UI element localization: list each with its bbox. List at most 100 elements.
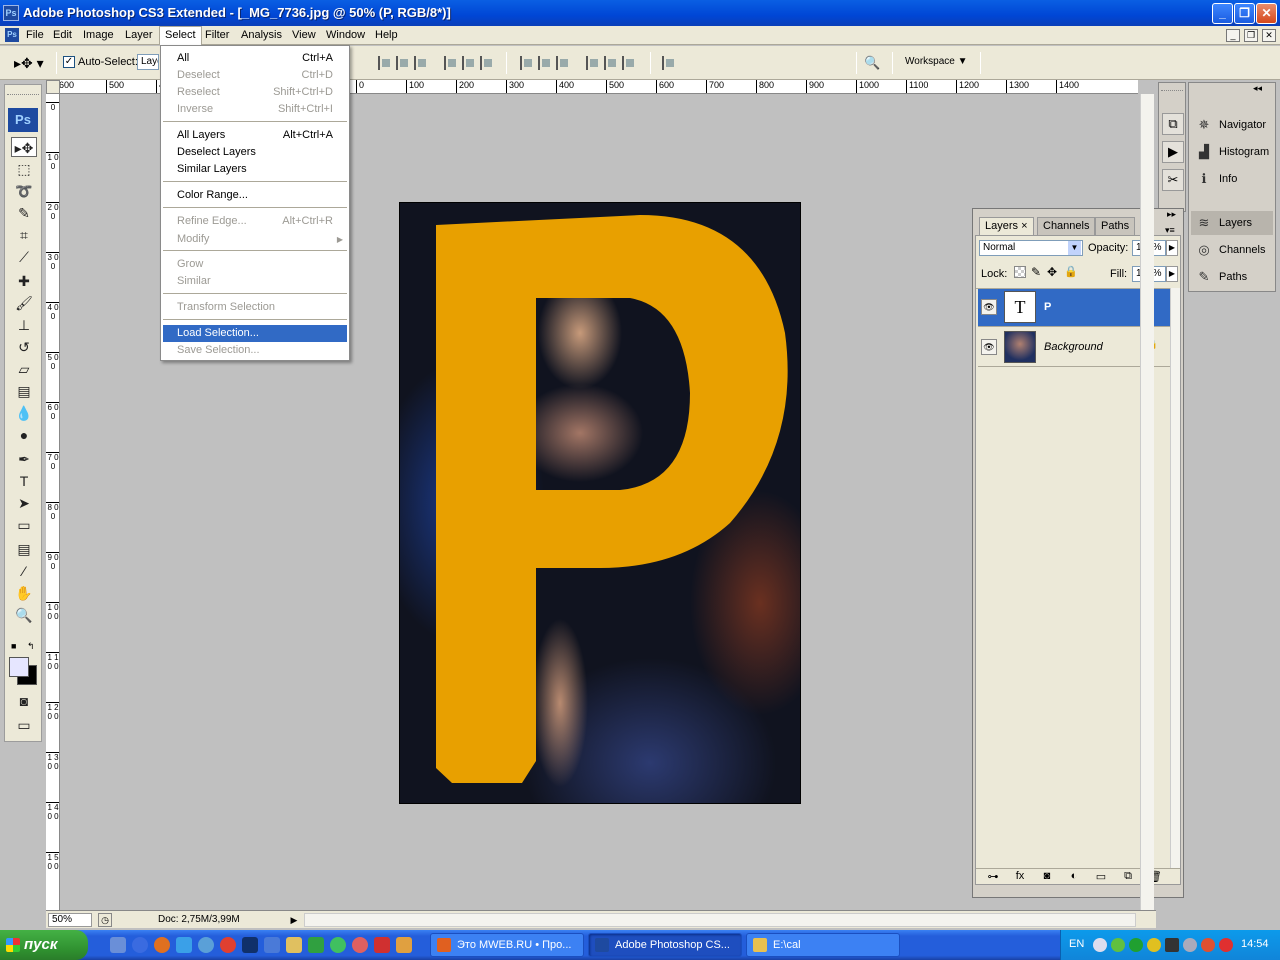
healing-brush-tool-icon[interactable]: ✚	[11, 271, 37, 291]
doc-close-button[interactable]: ✕	[1262, 29, 1276, 42]
distribute-vcenter-icon[interactable]	[538, 56, 552, 70]
dock-info[interactable]: ℹ Info	[1191, 167, 1273, 191]
auto-align-icon[interactable]	[662, 56, 676, 70]
dock-histogram[interactable]: ▟ Histogram	[1191, 140, 1273, 164]
actions-palette-icon[interactable]: ▶	[1162, 141, 1184, 163]
horizontal-scrollbar[interactable]	[304, 913, 1136, 927]
quick-mask-icon[interactable]: ◙	[11, 691, 37, 711]
menu-edit[interactable]: Edit	[48, 26, 77, 45]
swap-colors-icon[interactable]: ↰	[27, 641, 37, 651]
dock-expand-icon[interactable]: ◂◂	[1253, 83, 1262, 94]
menu-item-color-range[interactable]: Color Range...	[163, 187, 347, 204]
internet-explorer-icon[interactable]	[176, 937, 192, 953]
notes-tool-icon[interactable]: ▤	[11, 539, 37, 559]
menu-help[interactable]: Help	[370, 26, 403, 45]
taskbar-item[interactable]: Adobe Photoshop CS...	[588, 933, 742, 957]
history-palette-icon[interactable]: ⧉	[1162, 113, 1184, 135]
distribute-left-icon[interactable]	[586, 56, 600, 70]
media-player-icon[interactable]	[132, 937, 148, 953]
doc-restore-button[interactable]: ❐	[1244, 29, 1258, 42]
menu-layer[interactable]: Layer	[120, 26, 158, 45]
toolbox-grip[interactable]	[7, 87, 39, 95]
blur-tool-icon[interactable]: 💧	[11, 403, 37, 423]
fx-icon[interactable]: fx	[1011, 870, 1029, 882]
tray-icon-4[interactable]	[1165, 938, 1179, 952]
tray-icon-5[interactable]	[1183, 938, 1197, 952]
distribute-bottom-icon[interactable]	[556, 56, 570, 70]
menu-select[interactable]: Select	[159, 26, 202, 45]
dock-navigator[interactable]: ✵ Navigator	[1191, 113, 1273, 137]
app-icon-5[interactable]	[374, 937, 390, 953]
tray-icon-3[interactable]	[1147, 938, 1161, 952]
auto-select-dropdown[interactable]: Layer	[137, 54, 159, 70]
taskbar-item[interactable]: E:\cal	[746, 933, 900, 957]
explorer-icon[interactable]	[264, 937, 280, 953]
tab-paths[interactable]: Paths	[1095, 217, 1136, 235]
visibility-eye-icon[interactable]: 👁	[981, 339, 997, 355]
distribute-hcenter-icon[interactable]	[604, 56, 618, 70]
document-image[interactable]	[399, 202, 801, 804]
show-desktop-icon[interactable]	[110, 937, 126, 953]
history-brush-tool-icon[interactable]: ↺	[11, 337, 37, 357]
photoshop-app-icon[interactable]: Ps	[3, 5, 19, 21]
auto-select-checkbox[interactable]: ✓	[63, 56, 75, 68]
maximize-button[interactable]: ❐	[1234, 3, 1255, 24]
menu-item-similar-layers[interactable]: Similar Layers	[163, 161, 347, 178]
align-top-icon[interactable]	[378, 56, 392, 70]
dock-channels[interactable]: ◎ Channels	[1191, 238, 1273, 262]
dock-layers[interactable]: ≋ Layers	[1191, 211, 1273, 235]
lock-pixels-icon[interactable]: ✎	[1031, 265, 1041, 279]
tab-close-icon[interactable]: ×	[1021, 220, 1027, 232]
workspace-button[interactable]: Workspace ▼	[905, 56, 968, 67]
tab-layers[interactable]: Layers ×	[979, 217, 1034, 235]
tools-palette-icon[interactable]: ✂	[1162, 169, 1184, 191]
tray-icon-2[interactable]	[1129, 938, 1143, 952]
menu-image[interactable]: Image	[78, 26, 119, 45]
menu-window[interactable]: Window	[321, 26, 370, 45]
vertical-scrollbar[interactable]	[1140, 94, 1154, 910]
align-vcenter-icon[interactable]	[396, 56, 410, 70]
dock-paths[interactable]: ✎ Paths	[1191, 265, 1273, 289]
new-layer-icon[interactable]: ⧉	[1119, 870, 1137, 883]
photoshop-logo[interactable]: Ps	[8, 108, 38, 132]
chrome-icon[interactable]	[220, 937, 236, 953]
network-icon[interactable]	[198, 937, 214, 953]
distribute-top-icon[interactable]	[520, 56, 534, 70]
taskbar-item[interactable]: Это MWEB.RU • Про...	[430, 933, 584, 957]
dock-grip[interactable]	[1161, 85, 1183, 91]
lasso-tool-icon[interactable]: ➰	[11, 181, 37, 201]
align-hcenter-icon[interactable]	[462, 56, 476, 70]
start-button[interactable]: пуск	[0, 930, 88, 960]
marquee-tool-icon[interactable]: ⬚	[11, 159, 37, 179]
align-bottom-icon[interactable]	[414, 56, 428, 70]
menu-analysis[interactable]: Analysis	[236, 26, 287, 45]
status-menu-arrow-icon[interactable]: ▶	[288, 913, 300, 927]
language-indicator[interactable]: EN	[1069, 938, 1084, 950]
screen-mode-icon[interactable]: ▭	[11, 715, 37, 735]
tray-icon-1[interactable]	[1111, 938, 1125, 952]
menu-filter[interactable]: Filter	[200, 26, 234, 45]
app-icon-4[interactable]	[352, 937, 368, 953]
slice-tool-icon[interactable]: ⟋	[11, 247, 37, 267]
tray-icon-6[interactable]	[1201, 938, 1215, 952]
align-left-icon[interactable]	[444, 56, 458, 70]
app-icon-2[interactable]	[308, 937, 324, 953]
distribute-right-icon[interactable]	[622, 56, 636, 70]
bridge-icon[interactable]: 🔍	[864, 54, 886, 72]
menu-file[interactable]: File	[21, 26, 49, 45]
mask-icon[interactable]: ◙	[1038, 870, 1056, 882]
adjustment-icon[interactable]: ◐	[1065, 870, 1083, 882]
type-tool-icon[interactable]: T	[11, 471, 37, 491]
tray-icon-7[interactable]	[1219, 938, 1233, 952]
close-button[interactable]: ✕	[1256, 3, 1277, 24]
layer-list-scrollbar[interactable]	[1170, 288, 1180, 868]
visibility-eye-icon[interactable]: 👁	[981, 299, 997, 315]
status-info-icon[interactable]: ◷	[98, 913, 112, 927]
default-colors-icon[interactable]: ■	[11, 641, 21, 651]
menu-view[interactable]: View	[287, 26, 321, 45]
panel-collapse-icon[interactable]: ▸▸	[1167, 209, 1176, 220]
dodge-tool-icon[interactable]: ●	[11, 425, 37, 445]
zoom-tool-icon[interactable]: 🔍	[11, 605, 37, 625]
app-icon-1[interactable]	[286, 937, 302, 953]
minimize-button[interactable]: _	[1212, 3, 1233, 24]
